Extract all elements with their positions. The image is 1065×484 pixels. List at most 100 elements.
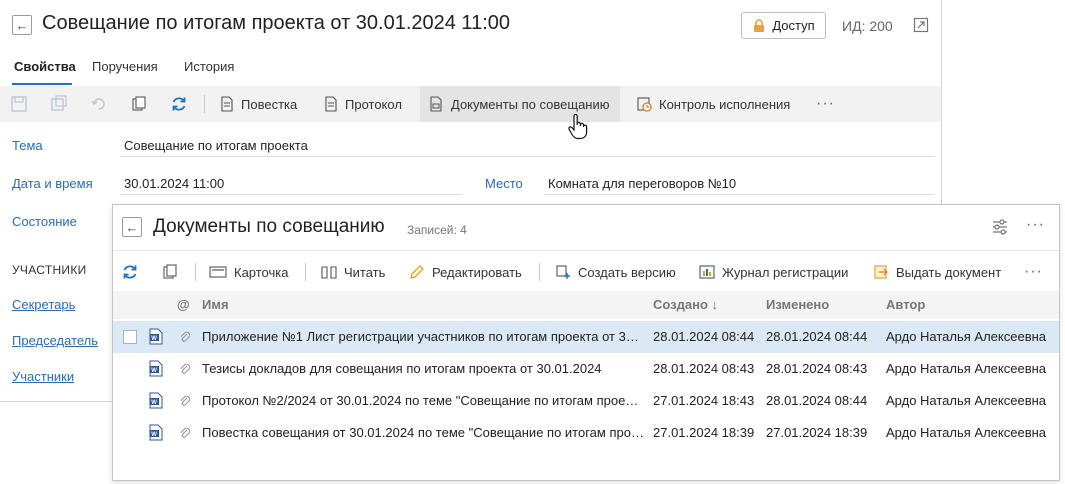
document-created: 28.01.2024 08:43 (653, 361, 755, 376)
svg-text:W: W (151, 432, 157, 438)
svg-text:W: W (151, 336, 157, 342)
record-id: ИД: 200 (842, 18, 893, 34)
place-label: Место (485, 176, 523, 191)
document-modified: 28.01.2024 08:44 (766, 329, 868, 344)
paperclip-icon (180, 427, 191, 438)
column-attachments[interactable]: @ (177, 297, 190, 312)
svg-text:W: W (151, 400, 157, 406)
chart-journal-icon (699, 265, 715, 279)
place-value[interactable]: Комната для переговоров №10 (548, 176, 736, 191)
open-external-icon[interactable] (913, 17, 929, 33)
card-button[interactable]: Карточка (209, 256, 288, 288)
back-button[interactable]: ← (12, 15, 32, 35)
document-icon (325, 96, 337, 112)
edit-label: Редактировать (432, 264, 522, 280)
agenda-button[interactable]: Повестка (212, 86, 305, 122)
save-icon[interactable] (10, 95, 28, 113)
read-label: Читать (344, 264, 386, 280)
copy-icon[interactable] (161, 263, 179, 281)
refresh-icon[interactable] (170, 95, 188, 113)
more-icon[interactable]: ··· (816, 95, 835, 113)
topic-value[interactable]: Совещание по итогам проекта (124, 138, 308, 153)
chairman-link[interactable]: Председатель (12, 333, 98, 348)
datetime-label: Дата и время (12, 176, 93, 191)
document-author: Ардо Наталья Алексеевна (886, 329, 1047, 344)
issue-document-button[interactable]: Выдать документ (873, 256, 1001, 288)
undo-icon[interactable] (90, 95, 108, 113)
document-author: Ардо Наталья Алексеевна (886, 425, 1047, 440)
create-version-button[interactable]: Создать версию (555, 256, 676, 288)
document-author: Ардо Наталья Алексеевна (886, 393, 1047, 408)
protocol-button[interactable]: Протокол (316, 86, 410, 122)
document-icon (221, 96, 233, 112)
column-name[interactable]: Имя (202, 297, 229, 312)
document-name[interactable]: Повестка совещания от 30.01.2024 по теме… (202, 425, 644, 440)
more-icon[interactable]: ··· (1026, 216, 1045, 234)
meeting-documents-label: Документы по совещанию (451, 96, 610, 112)
datetime-value[interactable]: 30.01.2024 11:00 (124, 176, 224, 191)
toolbar-separator (539, 263, 540, 281)
word-document-icon: W (149, 328, 163, 345)
copy-icon[interactable] (130, 95, 148, 113)
word-document-icon: W (149, 360, 163, 377)
participants-link[interactable]: Участники (12, 369, 74, 384)
execution-control-label: Контроль исполнения (659, 96, 791, 112)
new-version-icon (556, 265, 570, 279)
document-name[interactable]: Тезисы докладов для совещания по итогам … (202, 361, 644, 376)
table-row[interactable]: W Протокол №2/2024 от 30.01.2024 по теме… (113, 385, 1059, 417)
paperclip-icon (180, 395, 191, 406)
column-modified[interactable]: Изменено (766, 297, 829, 312)
table-row[interactable]: W Приложение №1 Лист регистрации участни… (113, 321, 1059, 353)
records-count: Записей: 4 (407, 223, 467, 237)
paperclip-icon (180, 363, 191, 374)
documents-header: ← Документы по совещанию Записей: 4 ··· (113, 205, 1059, 251)
document-modified: 28.01.2024 08:44 (766, 393, 868, 408)
tab-bar: Свойства Поручения История (0, 56, 941, 86)
registration-journal-button[interactable]: Журнал регистрации (699, 256, 848, 288)
meeting-card-header: ← Совещание по итогам проекта от 30.01.2… (0, 0, 941, 52)
meeting-toolbar: Повестка Протокол Документы по совещанию… (0, 86, 941, 140)
document-name[interactable]: Протокол №2/2024 от 30.01.2024 по теме "… (202, 393, 644, 408)
word-document-icon: W (149, 424, 163, 441)
refresh-icon[interactable] (121, 263, 139, 281)
tab-history[interactable]: История (184, 59, 234, 74)
tab-properties[interactable]: Свойства (14, 59, 76, 74)
document-created: 27.01.2024 18:39 (653, 425, 755, 440)
column-created[interactable]: Создано ↓ (653, 297, 718, 312)
toolbar-separator (195, 263, 196, 281)
page-title: Совещание по итогам проекта от 30.01.202… (42, 12, 510, 34)
table-row[interactable]: W Повестка совещания от 30.01.2024 по те… (113, 417, 1059, 449)
topic-label: Тема (12, 138, 43, 153)
svg-text:W: W (151, 368, 157, 374)
documents-title: Документы по совещанию (153, 216, 385, 237)
read-button[interactable]: Читать (321, 256, 385, 288)
filter-settings-icon[interactable] (991, 218, 1009, 236)
back-button[interactable]: ← (122, 217, 142, 237)
column-author[interactable]: Автор (886, 297, 925, 312)
protocol-label: Протокол (345, 96, 402, 112)
document-name[interactable]: Приложение №1 Лист регистрации участнико… (202, 329, 644, 344)
edit-button[interactable]: Редактировать (409, 256, 522, 288)
document-modified: 27.01.2024 18:39 (766, 425, 868, 440)
create-version-label: Создать версию (578, 264, 676, 280)
agenda-label: Повестка (241, 96, 298, 112)
meeting-documents-button[interactable]: Документы по совещанию (420, 86, 620, 122)
tab-assignments[interactable]: Поручения (92, 59, 158, 74)
documents-toolbar: Карточка Читать Редактировать Создать ве… (113, 256, 1059, 288)
datetime-underline (120, 194, 462, 195)
grid-header: @ Имя Создано ↓ Изменено Автор (113, 291, 1059, 319)
row-checkbox[interactable] (123, 330, 137, 344)
paperclip-icon (180, 331, 191, 342)
access-button[interactable]: Доступ (741, 12, 826, 39)
save-copy-icon[interactable] (50, 95, 68, 113)
book-icon (321, 266, 337, 279)
execution-control-button[interactable]: Контроль исполнения (628, 86, 798, 122)
more-icon[interactable]: ··· (1024, 256, 1043, 288)
table-row[interactable]: W Тезисы докладов для совещания по итога… (113, 353, 1059, 385)
secretary-link[interactable]: Секретарь (12, 297, 75, 312)
card-icon (209, 266, 227, 278)
pencil-icon (410, 265, 424, 279)
document-author: Ардо Наталья Алексеевна (886, 361, 1047, 376)
card-label: Карточка (234, 264, 289, 280)
active-tab-indicator (12, 83, 72, 85)
